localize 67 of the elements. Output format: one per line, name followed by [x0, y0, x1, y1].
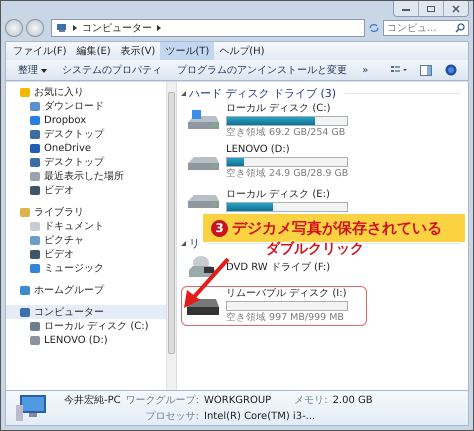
- search-icon: [455, 23, 465, 33]
- section-title: リ: [189, 236, 200, 250]
- detail-value: WORKGROUP: [204, 395, 272, 406]
- drive-name: ローカル ディスク (E:): [226, 188, 331, 200]
- annotation-label: ダブルクリック: [266, 241, 364, 258]
- sidebar-item[interactable]: ピクチャ: [6, 233, 166, 247]
- sidebar-item[interactable]: ビデオ: [6, 247, 166, 261]
- close-icon: [451, 4, 461, 12]
- section-title: ハード ディスク ドライブ (3): [189, 86, 336, 100]
- refresh-icon[interactable]: [368, 23, 380, 33]
- drive-name: ローカル ディスク (C:): [226, 103, 332, 115]
- search-field[interactable]: コンピュ...: [383, 20, 469, 36]
- chevron-icon: [73, 25, 77, 31]
- menu-item[interactable]: 編集(E): [72, 42, 116, 60]
- free-space-text: 空き領域 24.9 GB/28.9 GB: [226, 168, 348, 180]
- folder-icon: [20, 286, 30, 294]
- maximize-icon: [426, 4, 436, 12]
- menu-item[interactable]: 表示(V): [116, 42, 160, 60]
- toolbar-button[interactable]: システムのプロパティ: [56, 61, 168, 79]
- free-space-text: 空き領域 997 MB/999 MB: [226, 312, 345, 324]
- detail-value: 2.00 GB: [332, 395, 373, 406]
- sidebar-item[interactable]: コンピューター: [6, 305, 166, 319]
- sidebar-item[interactable]: デスクトップ: [6, 127, 166, 141]
- breadcrumb-item[interactable]: コンピューター: [82, 21, 152, 35]
- drive-name: リムーバブル ディスク (I:): [226, 288, 348, 300]
- chevron-icon: [157, 25, 161, 31]
- sidebar-item[interactable]: ビデオ: [6, 183, 166, 197]
- sidebar-item[interactable]: ダウンロード: [6, 99, 166, 113]
- drive-item[interactable]: リムーバブル ディスク (I:) 空き領域 997 MB/999 MB: [181, 286, 367, 326]
- caret-icon: [41, 69, 48, 73]
- sidebar-item[interactable]: デスクトップ: [6, 155, 166, 169]
- sidebar-item[interactable]: ミュージック: [6, 261, 166, 275]
- sidebar-item[interactable]: 最近表示した場所: [6, 169, 166, 183]
- more-button[interactable]: »: [356, 62, 374, 78]
- sidebar-item[interactable]: ローカル ディスク (C:): [6, 319, 166, 333]
- organize-button[interactable]: 整理: [12, 61, 54, 79]
- menu-item[interactable]: ファイル(F): [8, 42, 72, 60]
- annotation-caption: デジカメ写真が保存されている: [232, 218, 442, 238]
- sidebar-item[interactable]: ドキュメント: [6, 219, 166, 233]
- drive-name: LENOVO (D:): [226, 144, 291, 156]
- computer-name: 今井宏純-PC: [64, 394, 121, 407]
- detail-label: ワークグループ:: [126, 394, 199, 407]
- sidebar-item[interactable]: Dropbox: [6, 113, 166, 127]
- collapse-icon[interactable]: [181, 240, 186, 246]
- step-number: 3: [211, 220, 228, 236]
- toolbar-button[interactable]: プログラムのアンインストールと変更: [171, 61, 354, 79]
- address-bar[interactable]: コンピューター: [51, 19, 365, 37]
- drive-item[interactable]: LENOVO (D:) 空き領域 24.9 GB/28.9 GB: [181, 142, 367, 182]
- back-button[interactable]: [5, 19, 23, 37]
- free-space-text: 空き領域 69.2 GB/254 GB: [226, 127, 346, 139]
- sidebar-item[interactable]: ライブラリ: [6, 205, 166, 219]
- detail-label: プロセッサ:: [144, 410, 199, 423]
- collapse-icon[interactable]: [181, 90, 186, 96]
- detail-value: Intel(R) Core(TM) i3-...: [204, 411, 316, 422]
- drive-item[interactable]: ローカル ディスク (C:) 空き領域 69.2 GB/254 GB: [181, 101, 367, 141]
- sidebar-item[interactable]: お気に入り: [6, 85, 166, 99]
- sidebar-item[interactable]: LENOVO (D:): [6, 333, 166, 347]
- menu-item[interactable]: ヘルプ(H): [214, 42, 270, 60]
- drive-item[interactable]: ローカル ディスク (E:): [181, 183, 367, 217]
- drive-name: DVD RW ドライブ (F:): [226, 262, 330, 274]
- detail-label: メモリ:: [294, 394, 328, 407]
- computer-icon: [56, 23, 68, 33]
- forward-button[interactable]: [26, 19, 44, 37]
- sidebar-item[interactable]: OneDrive: [6, 141, 166, 155]
- menu-item[interactable]: ツール(T): [160, 42, 214, 60]
- sidebar-item[interactable]: ホームグループ: [6, 283, 166, 297]
- scrollbar[interactable]: [166, 82, 176, 390]
